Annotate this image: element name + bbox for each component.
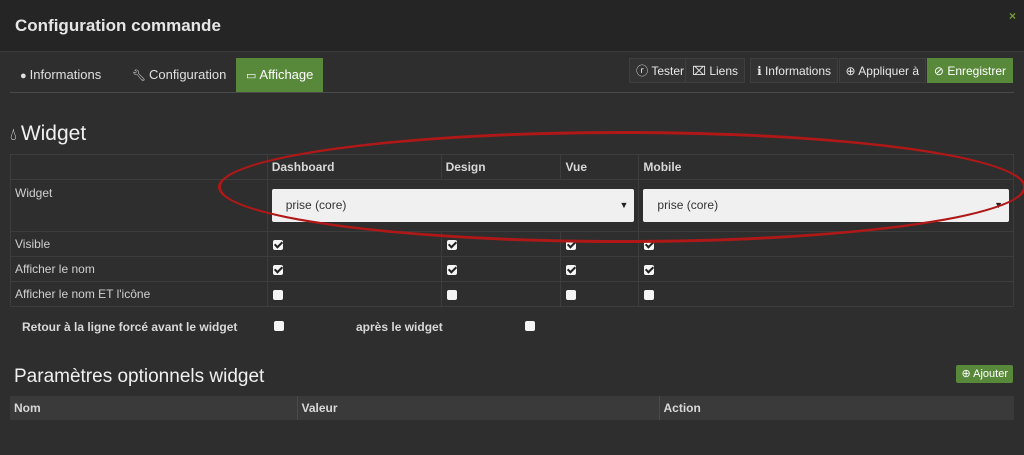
row-label: Afficher le nom [10, 256, 268, 282]
tab-label: Affichage [259, 67, 314, 82]
line-break-before-label: Retour à la ligne forcé avant le widget [22, 320, 238, 334]
show-name-icon-mobile-checkbox[interactable] [644, 289, 655, 300]
col-nom: Nom [10, 396, 298, 420]
widget-table-header: Dashboard Design Vue Mobile [10, 154, 1014, 180]
wrench-icon: 🔧︎ [132, 70, 146, 82]
col-vue: Vue [560, 154, 640, 180]
tester-button[interactable]: ⓡ Tester [629, 58, 691, 83]
line-break-after-checkbox[interactable] [525, 321, 535, 331]
info-circle-icon: ● [20, 70, 27, 82]
tab-configuration[interactable]: 🔧︎ Configuration [122, 58, 236, 92]
mobile-widget-select[interactable]: prise (core) ▼ [643, 189, 1009, 222]
cell [638, 256, 1014, 282]
plus-circle-icon: ⊕ [845, 64, 856, 78]
show-name-mobile-checkbox[interactable] [644, 264, 655, 275]
dashboard-widget-cell: prise (core) ▼ [266, 179, 640, 232]
check-circle-icon: ⊘ [933, 64, 944, 78]
table-row: Afficher le nom [10, 256, 1014, 282]
empty-header [10, 154, 268, 180]
button-label: Liens [709, 64, 738, 78]
cell [560, 256, 640, 282]
monitor-icon: ▭ [246, 70, 257, 82]
cell [266, 231, 442, 257]
row-label: Widget [10, 179, 268, 232]
col-mobile: Mobile [638, 154, 1014, 180]
tab-label: Informations [29, 67, 102, 82]
table-row: Visible [10, 231, 1014, 257]
plus-circle-icon: ⊕ [961, 368, 971, 380]
dashboard-widget-select[interactable]: prise (core) ▼ [271, 189, 635, 222]
cell [266, 256, 442, 282]
tab-divider [10, 92, 1014, 93]
add-param-button[interactable]: ⊕ Ajouter [956, 365, 1013, 383]
params-table-header: Nom Valeur Action [10, 396, 1014, 420]
cell [440, 256, 562, 282]
visible-mobile-checkbox[interactable] [644, 239, 655, 250]
show-name-design-checkbox[interactable] [446, 264, 457, 275]
col-dashboard: Dashboard [266, 154, 442, 180]
cell [638, 231, 1014, 257]
link-frame-icon: ⌧ [692, 64, 706, 78]
select-value: prise (core) [285, 198, 347, 212]
col-action: Action [659, 396, 1014, 420]
dropdown-caret-icon: ▼ [994, 200, 1003, 210]
visible-vue-checkbox[interactable] [566, 239, 577, 250]
visible-dashboard-checkbox[interactable] [272, 239, 283, 250]
cell [440, 281, 562, 307]
informations-button[interactable]: ℹ Informations [750, 58, 838, 83]
cell [266, 281, 442, 307]
mobile-widget-cell: prise (core) ▼ [638, 179, 1014, 232]
modal-header: Configuration commande × [0, 0, 1024, 52]
tab-affichage[interactable]: ▭ Affichage [236, 58, 324, 92]
cell [560, 281, 640, 307]
button-label: Tester [651, 64, 684, 78]
button-label: Ajouter [973, 368, 1008, 380]
col-valeur: Valeur [297, 396, 660, 420]
table-row: Afficher le nom ET l'icône [10, 281, 1014, 307]
cell [440, 231, 562, 257]
widget-section-title: 💧︎ Widget [10, 122, 86, 146]
rss-icon: ⓡ [636, 64, 649, 78]
close-icon[interactable]: × [1009, 9, 1016, 23]
tab-label: Configuration [148, 67, 227, 82]
tab-informations[interactable]: ● Informations [10, 58, 111, 92]
widget-table: Dashboard Design Vue Mobile Widget prise… [10, 154, 1014, 307]
row-label: Afficher le nom ET l'icône [10, 281, 268, 307]
enregistrer-button[interactable]: ⊘ Enregistrer [926, 58, 1013, 83]
button-label: Enregistrer [947, 64, 1006, 78]
show-name-icon-vue-checkbox[interactable] [566, 289, 577, 300]
liens-button[interactable]: ⌧ Liens [685, 58, 745, 83]
section-title-text: Widget [20, 122, 87, 145]
cell [560, 231, 640, 257]
cell [638, 281, 1014, 307]
show-name-icon-design-checkbox[interactable] [446, 289, 457, 300]
drop-icon: 💧︎ [10, 125, 17, 144]
button-label: Informations [764, 64, 831, 78]
table-row: Widget prise (core) ▼ prise (core) ▼ [10, 179, 1014, 232]
show-name-dashboard-checkbox[interactable] [272, 264, 283, 275]
modal-title: Configuration commande [15, 16, 221, 35]
select-value: prise (core) [657, 198, 719, 212]
params-table: Nom Valeur Action [10, 396, 1014, 420]
show-name-vue-checkbox[interactable] [566, 264, 577, 275]
col-design: Design [440, 154, 562, 180]
info-icon: ℹ [757, 64, 762, 78]
line-break-after-label: après le widget [356, 320, 443, 334]
button-label: Appliquer à [858, 64, 919, 78]
appliquer-button[interactable]: ⊕ Appliquer à [838, 58, 926, 83]
row-label: Visible [10, 231, 268, 257]
visible-design-checkbox[interactable] [446, 239, 457, 250]
line-break-before-checkbox[interactable] [274, 321, 284, 331]
show-name-icon-dashboard-checkbox[interactable] [272, 289, 283, 300]
dropdown-caret-icon: ▼ [619, 200, 629, 210]
params-section-title: Paramètres optionnels widget [14, 366, 265, 387]
